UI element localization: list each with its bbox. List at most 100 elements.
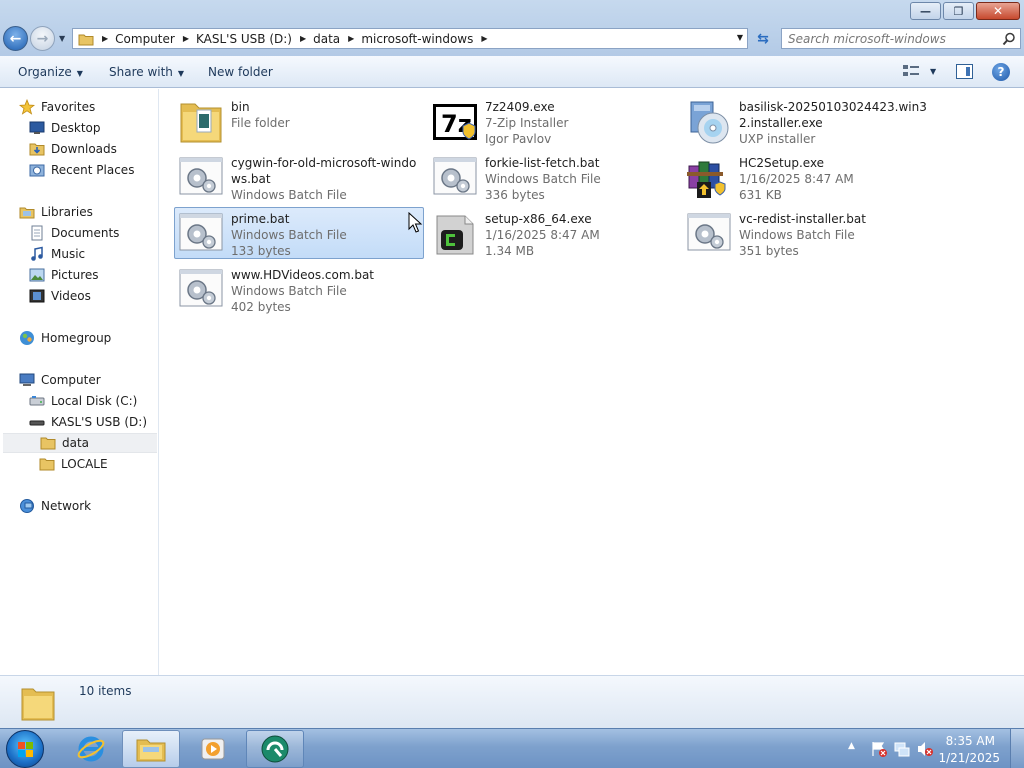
taskbar: ▲ 8:35 AM 1/21/2025 <box>0 728 1024 768</box>
refresh-button[interactable]: ⇆ <box>752 29 774 49</box>
folder-icon <box>175 96 227 148</box>
chevron-right-icon: ▶ <box>299 34 307 43</box>
address-bar[interactable]: ▶ Computer ▶ KASL'S USB (D:) ▶ data ▶ micro… <box>72 28 748 49</box>
file-name: forkie-list-fetch.bat <box>485 156 600 170</box>
search-box[interactable] <box>781 28 1021 49</box>
nav-usb-drive[interactable]: KASL'S USB (D:) <box>29 412 147 432</box>
share-with-button[interactable]: Share with ▼ <box>109 65 184 79</box>
taskbar-internet-explorer[interactable] <box>70 730 112 768</box>
chevron-down-icon: ▼ <box>177 69 185 78</box>
file-item-hdvideos-bat[interactable]: www.HDVideos.com.bat Windows Batch File 40… <box>174 263 424 315</box>
nav-downloads[interactable]: Downloads <box>29 139 117 159</box>
nav-recent-places[interactable]: Recent Places <box>29 160 134 180</box>
new-folder-button[interactable]: New folder <box>208 65 273 79</box>
nav-local-disk[interactable]: Local Disk (C:) <box>29 391 137 411</box>
volume-muted-icon[interactable] <box>916 740 934 758</box>
file-publisher: Igor Pavlov <box>485 132 552 146</box>
show-hidden-icons-button[interactable]: ▲ <box>848 741 855 751</box>
breadcrumb-root[interactable]: ▶ <box>94 34 115 43</box>
file-size: 133 bytes <box>231 244 291 258</box>
clock-time[interactable]: 8:35 AM <box>946 734 995 748</box>
file-description: UXP installer <box>739 132 816 146</box>
organize-button[interactable]: Organize ▼ <box>18 65 83 79</box>
nav-network[interactable]: Network <box>19 496 91 516</box>
batch-file-icon <box>175 264 227 316</box>
nav-homegroup[interactable]: Homegroup <box>19 328 111 348</box>
preview-pane-button[interactable] <box>956 64 973 79</box>
taskbar-media-player[interactable] <box>186 730 240 768</box>
file-item-vc-redist-bat[interactable]: vc-redist-installer.bat Windows Batch Fil… <box>682 207 932 259</box>
navigation-buttons: ← → ▼ <box>3 26 71 52</box>
window-controls: — ❐ ✕ <box>910 2 1020 20</box>
network-icon <box>20 499 34 513</box>
search-icon[interactable] <box>1002 32 1016 46</box>
recent-pages-dropdown-icon[interactable]: ▼ <box>59 34 65 43</box>
restore-button[interactable]: ❐ <box>943 2 974 20</box>
internet-explorer-icon <box>77 736 105 762</box>
nav-documents[interactable]: Documents <box>29 223 119 243</box>
change-view-button[interactable]: ▼ <box>902 63 936 79</box>
taskbar-running-app[interactable] <box>246 730 304 768</box>
computer-icon <box>19 373 35 386</box>
file-item-forkie-bat[interactable]: forkie-list-fetch.bat Windows Batch File 3… <box>428 151 678 203</box>
desktop-icon <box>29 121 45 134</box>
file-size: 336 bytes <box>485 188 545 202</box>
file-item-7zip-exe[interactable]: 7z 7z2409.exe 7-Zip Installer Igor Pavlov <box>428 95 678 147</box>
action-center-icon[interactable] <box>870 740 888 758</box>
file-type: Windows Batch File <box>231 188 347 202</box>
file-item-prime-bat[interactable]: prime.bat Windows Batch File 133 bytes <box>174 207 424 259</box>
clock-date[interactable]: 1/21/2025 <box>938 751 1000 765</box>
batch-file-icon <box>429 152 481 204</box>
window-titlebar: — ❐ ✕ ← → ▼ ▶ Computer ▶ KASL'S USB (D:) ▶… <box>0 0 1024 56</box>
taskbar-windows-explorer[interactable] <box>122 730 180 768</box>
batch-file-icon <box>175 208 227 260</box>
file-name: 7z2409.exe <box>485 100 555 114</box>
media-player-icon <box>201 738 225 760</box>
network-status-icon[interactable] <box>893 740 911 758</box>
nav-data-folder[interactable]: data <box>3 433 157 453</box>
file-name: HC2Setup.exe <box>739 156 825 170</box>
file-date: 1/16/2025 8:47 AM <box>485 228 600 242</box>
address-dropdown-icon[interactable]: ▼ <box>737 33 743 42</box>
cygwin-setup-icon <box>429 208 481 260</box>
nav-desktop[interactable]: Desktop <box>29 118 101 138</box>
hard-disk-icon <box>29 396 45 406</box>
file-item-basilisk-installer[interactable]: basilisk-20250103024423.win32.installer.… <box>682 95 932 147</box>
nav-locale-folder[interactable]: LOCALE <box>39 454 108 474</box>
app-circle-icon <box>261 735 289 763</box>
file-size: 351 bytes <box>739 244 799 258</box>
system-tray: ▲ 8:35 AM 1/21/2025 <box>834 729 1024 768</box>
breadcrumb-microsoft-windows[interactable]: microsoft-windows ▶ <box>361 32 494 46</box>
recent-places-icon <box>29 164 45 177</box>
nav-music[interactable]: Music <box>29 244 85 264</box>
forward-button[interactable]: → <box>30 26 55 51</box>
breadcrumb-usb[interactable]: KASL'S USB (D:) ▶ <box>196 32 313 46</box>
windows-explorer-icon <box>136 739 166 762</box>
file-item-hc2setup-exe[interactable]: HC2Setup.exe 1/16/2025 8:47 AM 631 KB <box>682 151 932 203</box>
7zip-icon: 7z <box>429 96 481 148</box>
breadcrumb-computer[interactable]: Computer ▶ <box>115 32 196 46</box>
folder-icon <box>21 688 55 721</box>
minimize-button[interactable]: — <box>910 2 941 20</box>
search-input[interactable] <box>788 31 998 46</box>
chevron-right-icon: ▶ <box>481 34 488 43</box>
batch-file-icon <box>175 152 227 204</box>
nav-videos[interactable]: Videos <box>29 286 91 306</box>
back-button[interactable]: ← <box>3 26 28 51</box>
nav-computer[interactable]: Computer <box>19 370 101 390</box>
start-button[interactable] <box>6 730 44 768</box>
file-item-bin[interactable]: bin File folder <box>174 95 424 147</box>
show-desktop-button[interactable] <box>1010 729 1024 768</box>
help-button[interactable]: ? <box>992 63 1010 81</box>
music-note-icon <box>31 246 43 261</box>
nav-pictures[interactable]: Pictures <box>29 265 99 285</box>
chevron-down-icon: ▼ <box>930 66 937 76</box>
command-bar: Organize ▼ Share with ▼ New folder ▼ ? <box>0 56 1024 88</box>
nav-libraries[interactable]: Libraries <box>19 202 93 222</box>
file-item-cygwin-bat[interactable]: cygwin-for-old-microsoft-windows.bat Wind… <box>174 151 424 203</box>
details-pane: 10 items <box>0 675 1024 728</box>
nav-favorites[interactable]: Favorites <box>19 97 95 117</box>
close-button[interactable]: ✕ <box>976 2 1020 20</box>
file-item-setup-exe[interactable]: setup-x86_64.exe 1/16/2025 8:47 AM 1.34 MB <box>428 207 678 259</box>
breadcrumb-data[interactable]: data ▶ <box>313 32 361 46</box>
